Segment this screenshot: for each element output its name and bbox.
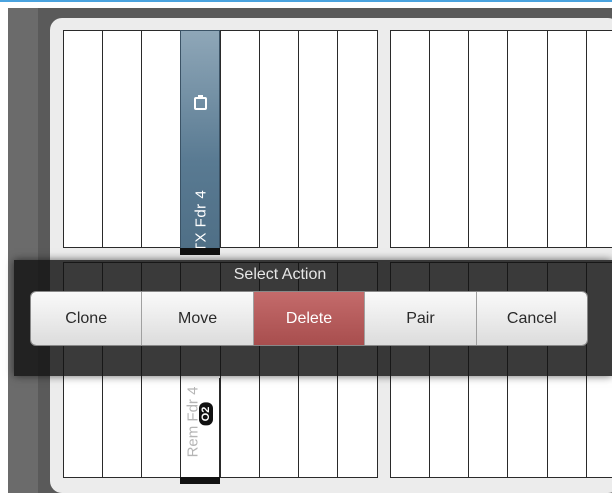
slot[interactable] [220,31,221,247]
tx-channel-label: TX Fdr 4 [192,189,210,253]
top-accent-line [0,0,612,2]
slot[interactable] [141,31,142,247]
action-button-group: Clone Move Delete Pair Cancel [30,291,588,346]
slot[interactable] [298,31,299,247]
rem-channel-badge: O2 [199,402,213,426]
rem-channel-strip[interactable]: Rem Fdr 4 O2 [180,378,220,484]
clone-button[interactable]: Clone [31,292,143,345]
slot[interactable] [507,31,508,247]
slot[interactable] [586,31,587,247]
tx-channel-bar [180,248,220,255]
move-button[interactable]: Move [142,292,254,345]
left-edge-panel [8,8,38,493]
slot[interactable] [102,31,103,247]
slot[interactable] [547,31,548,247]
rem-channel-bar [180,477,220,484]
upper-bank-left [63,30,378,248]
select-action-popup: Select Action Clone Move Delete Pair Can… [14,260,612,376]
clipboard-icon [194,95,207,110]
upper-bank-right [390,30,612,248]
slot[interactable] [259,31,260,247]
tx-channel-strip[interactable]: TX Fdr 4 [180,30,220,255]
pair-button[interactable]: Pair [365,292,477,345]
slot[interactable] [468,31,469,247]
slot[interactable] [337,31,338,247]
delete-button[interactable]: Delete [253,292,366,345]
cancel-button[interactable]: Cancel [476,292,587,345]
popup-title: Select Action [233,266,327,283]
slot[interactable] [429,31,430,247]
